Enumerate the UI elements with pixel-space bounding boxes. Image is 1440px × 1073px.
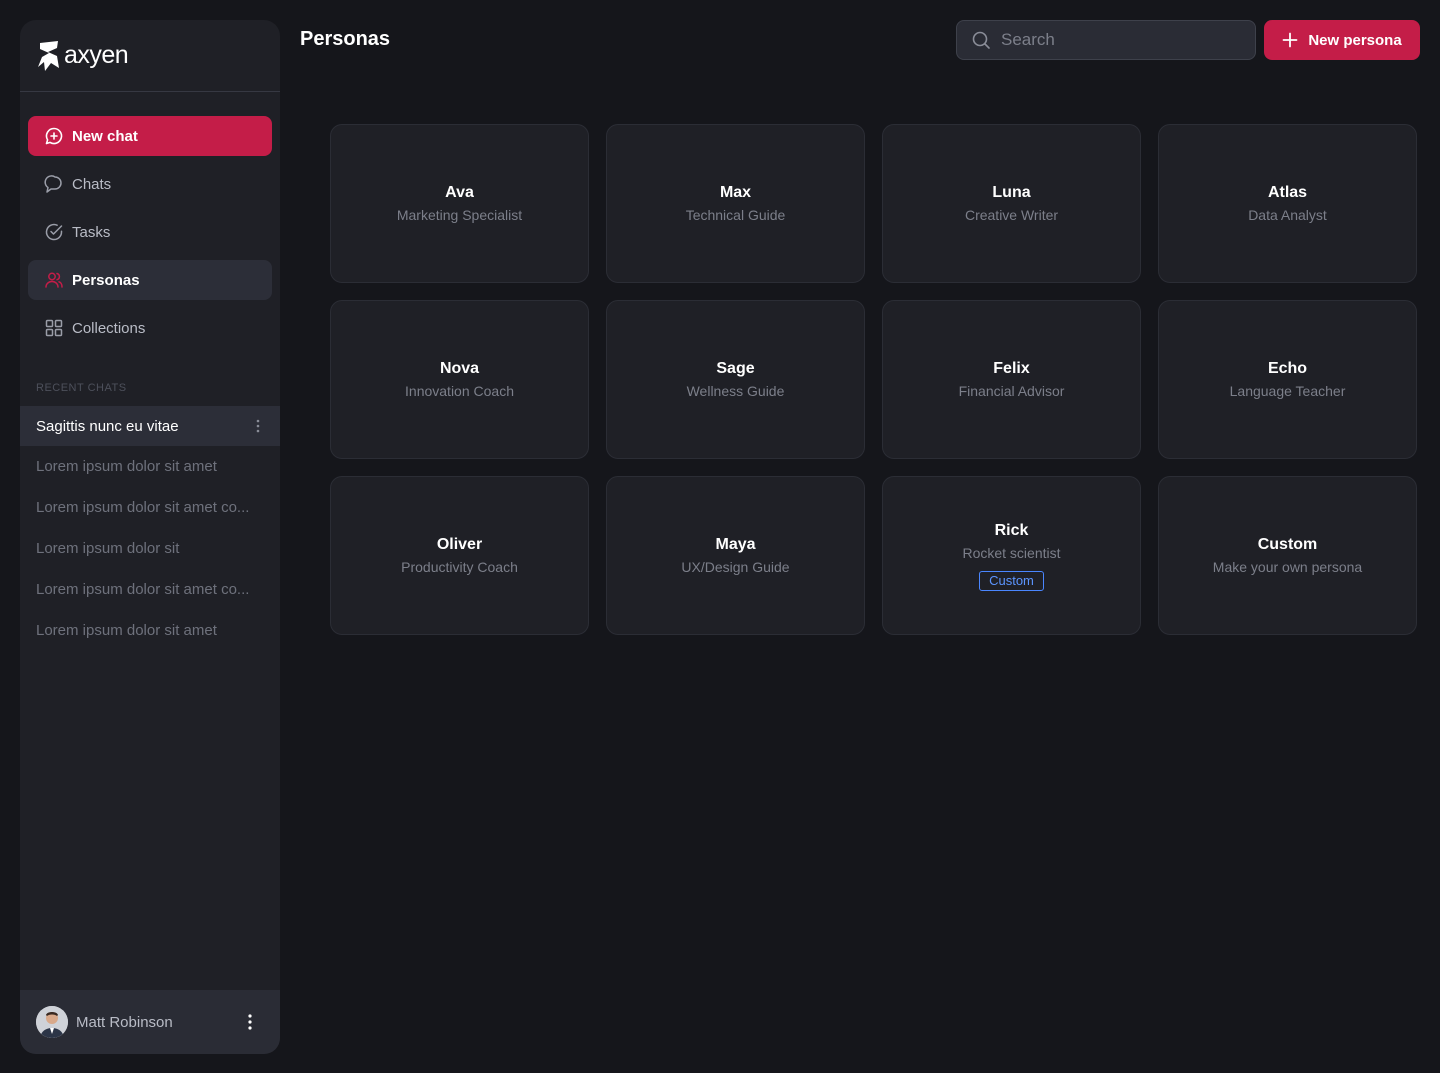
page-title: Personas xyxy=(300,28,391,50)
persona-role: Make your own persona xyxy=(1212,559,1363,575)
search-input[interactable] xyxy=(1001,30,1231,50)
persona-card-oliver[interactable]: Oliver Productivity Coach xyxy=(330,476,589,635)
recent-chats-heading: RECENT CHATS xyxy=(36,382,127,394)
persona-name: Custom xyxy=(1257,536,1318,553)
recent-chat-item[interactable]: Lorem ipsum dolor sit amet co... xyxy=(20,487,280,528)
recent-chat-item[interactable]: Lorem ipsum dolor sit amet co... xyxy=(20,569,280,610)
recent-chat-item[interactable]: Lorem ipsum dolor sit amet xyxy=(20,610,280,651)
persona-card-sage[interactable]: Sage Wellness Guide xyxy=(606,300,865,459)
persona-role: Technical Guide xyxy=(685,207,786,223)
persona-name: Oliver xyxy=(436,536,483,553)
recent-chat-item[interactable]: Lorem ipsum dolor sit amet xyxy=(20,446,280,487)
recent-chats-list: Sagittis nunc eu vitae Lorem ipsum dolor… xyxy=(20,406,280,651)
persona-role: Rocket scientist xyxy=(962,544,1061,561)
check-circle-icon xyxy=(45,223,63,241)
persona-name: Nova xyxy=(439,360,480,377)
axyen-logo-icon xyxy=(38,40,59,71)
persona-role: Innovation Coach xyxy=(405,383,514,399)
chat-plus-icon xyxy=(45,127,63,145)
more-vertical-icon[interactable] xyxy=(240,1012,260,1032)
users-icon xyxy=(45,272,63,288)
persona-card-echo[interactable]: Echo Language Teacher xyxy=(1158,300,1417,459)
search-icon xyxy=(972,31,990,49)
persona-name: Felix xyxy=(993,360,1030,377)
sidebar-item-tasks[interactable]: Tasks xyxy=(28,212,272,252)
persona-role: Productivity Coach xyxy=(401,559,518,575)
persona-role: Wellness Guide xyxy=(686,383,785,399)
recent-chat-title: Sagittis nunc eu vitae xyxy=(36,417,179,435)
persona-role: Creative Writer xyxy=(964,207,1059,223)
new-persona-label: New persona xyxy=(1308,31,1402,49)
persona-card-nova[interactable]: Nova Innovation Coach xyxy=(330,300,589,459)
persona-name: Sage xyxy=(716,360,755,377)
custom-badge: Custom xyxy=(979,570,1044,591)
persona-role: Financial Advisor xyxy=(958,383,1065,399)
persona-role: UX/Design Guide xyxy=(681,559,790,575)
user-avatar-icon xyxy=(36,1006,68,1038)
persona-grid: Ava Marketing Specialist Max Technical G… xyxy=(330,124,1417,635)
sidebar-item-label: Chats xyxy=(72,175,112,193)
avatar xyxy=(36,1006,68,1038)
user-profile-bar[interactable]: Matt Robinson xyxy=(20,990,280,1054)
sidebar: axyen New chat Chats Tasks Personas Coll… xyxy=(20,20,280,1054)
logo-text: axyen xyxy=(64,41,129,69)
persona-card-luna[interactable]: Luna Creative Writer xyxy=(882,124,1141,283)
new-chat-label: New chat xyxy=(72,127,138,145)
search-field[interactable] xyxy=(956,20,1256,60)
chat-bubble-icon xyxy=(44,175,62,193)
new-chat-button[interactable]: New chat xyxy=(28,116,272,156)
sidebar-nav: New chat Chats Tasks Personas Collection… xyxy=(20,92,280,348)
persona-name: Maya xyxy=(715,536,756,553)
persona-name: Atlas xyxy=(1267,184,1308,201)
recent-chat-item[interactable]: Lorem ipsum dolor sit xyxy=(20,528,280,569)
sidebar-item-personas[interactable]: Personas xyxy=(28,260,272,300)
persona-card-custom[interactable]: Custom Make your own persona xyxy=(1158,476,1417,635)
sidebar-item-label: Personas xyxy=(72,271,140,289)
persona-name: Ava xyxy=(445,184,474,201)
persona-card-rick[interactable]: Rick Rocket scientist Custom xyxy=(882,476,1141,635)
persona-name: Rick xyxy=(994,521,1029,539)
persona-role: Marketing Specialist xyxy=(396,207,523,223)
new-persona-button[interactable]: New persona xyxy=(1264,20,1420,60)
persona-card-maya[interactable]: Maya UX/Design Guide xyxy=(606,476,865,635)
persona-card-atlas[interactable]: Atlas Data Analyst xyxy=(1158,124,1417,283)
sidebar-item-collections[interactable]: Collections xyxy=(28,308,272,348)
persona-name: Luna xyxy=(992,184,1031,201)
sidebar-item-label: Collections xyxy=(72,319,146,337)
user-name: Matt Robinson xyxy=(76,1013,173,1031)
persona-role: Language Teacher xyxy=(1229,383,1346,399)
plus-icon xyxy=(1282,32,1298,48)
persona-card-ava[interactable]: Ava Marketing Specialist xyxy=(330,124,589,283)
persona-name: Max xyxy=(719,184,752,201)
recent-chat-item[interactable]: Sagittis nunc eu vitae xyxy=(20,406,280,446)
persona-card-felix[interactable]: Felix Financial Advisor xyxy=(882,300,1141,459)
grid-icon xyxy=(45,319,63,337)
sidebar-item-chats[interactable]: Chats xyxy=(28,164,272,204)
sidebar-item-label: Tasks xyxy=(72,223,111,241)
persona-role: Data Analyst xyxy=(1248,207,1327,223)
persona-card-max[interactable]: Max Technical Guide xyxy=(606,124,865,283)
logo[interactable]: axyen xyxy=(20,20,280,92)
more-vertical-icon[interactable] xyxy=(250,418,266,434)
persona-name: Echo xyxy=(1267,360,1308,377)
